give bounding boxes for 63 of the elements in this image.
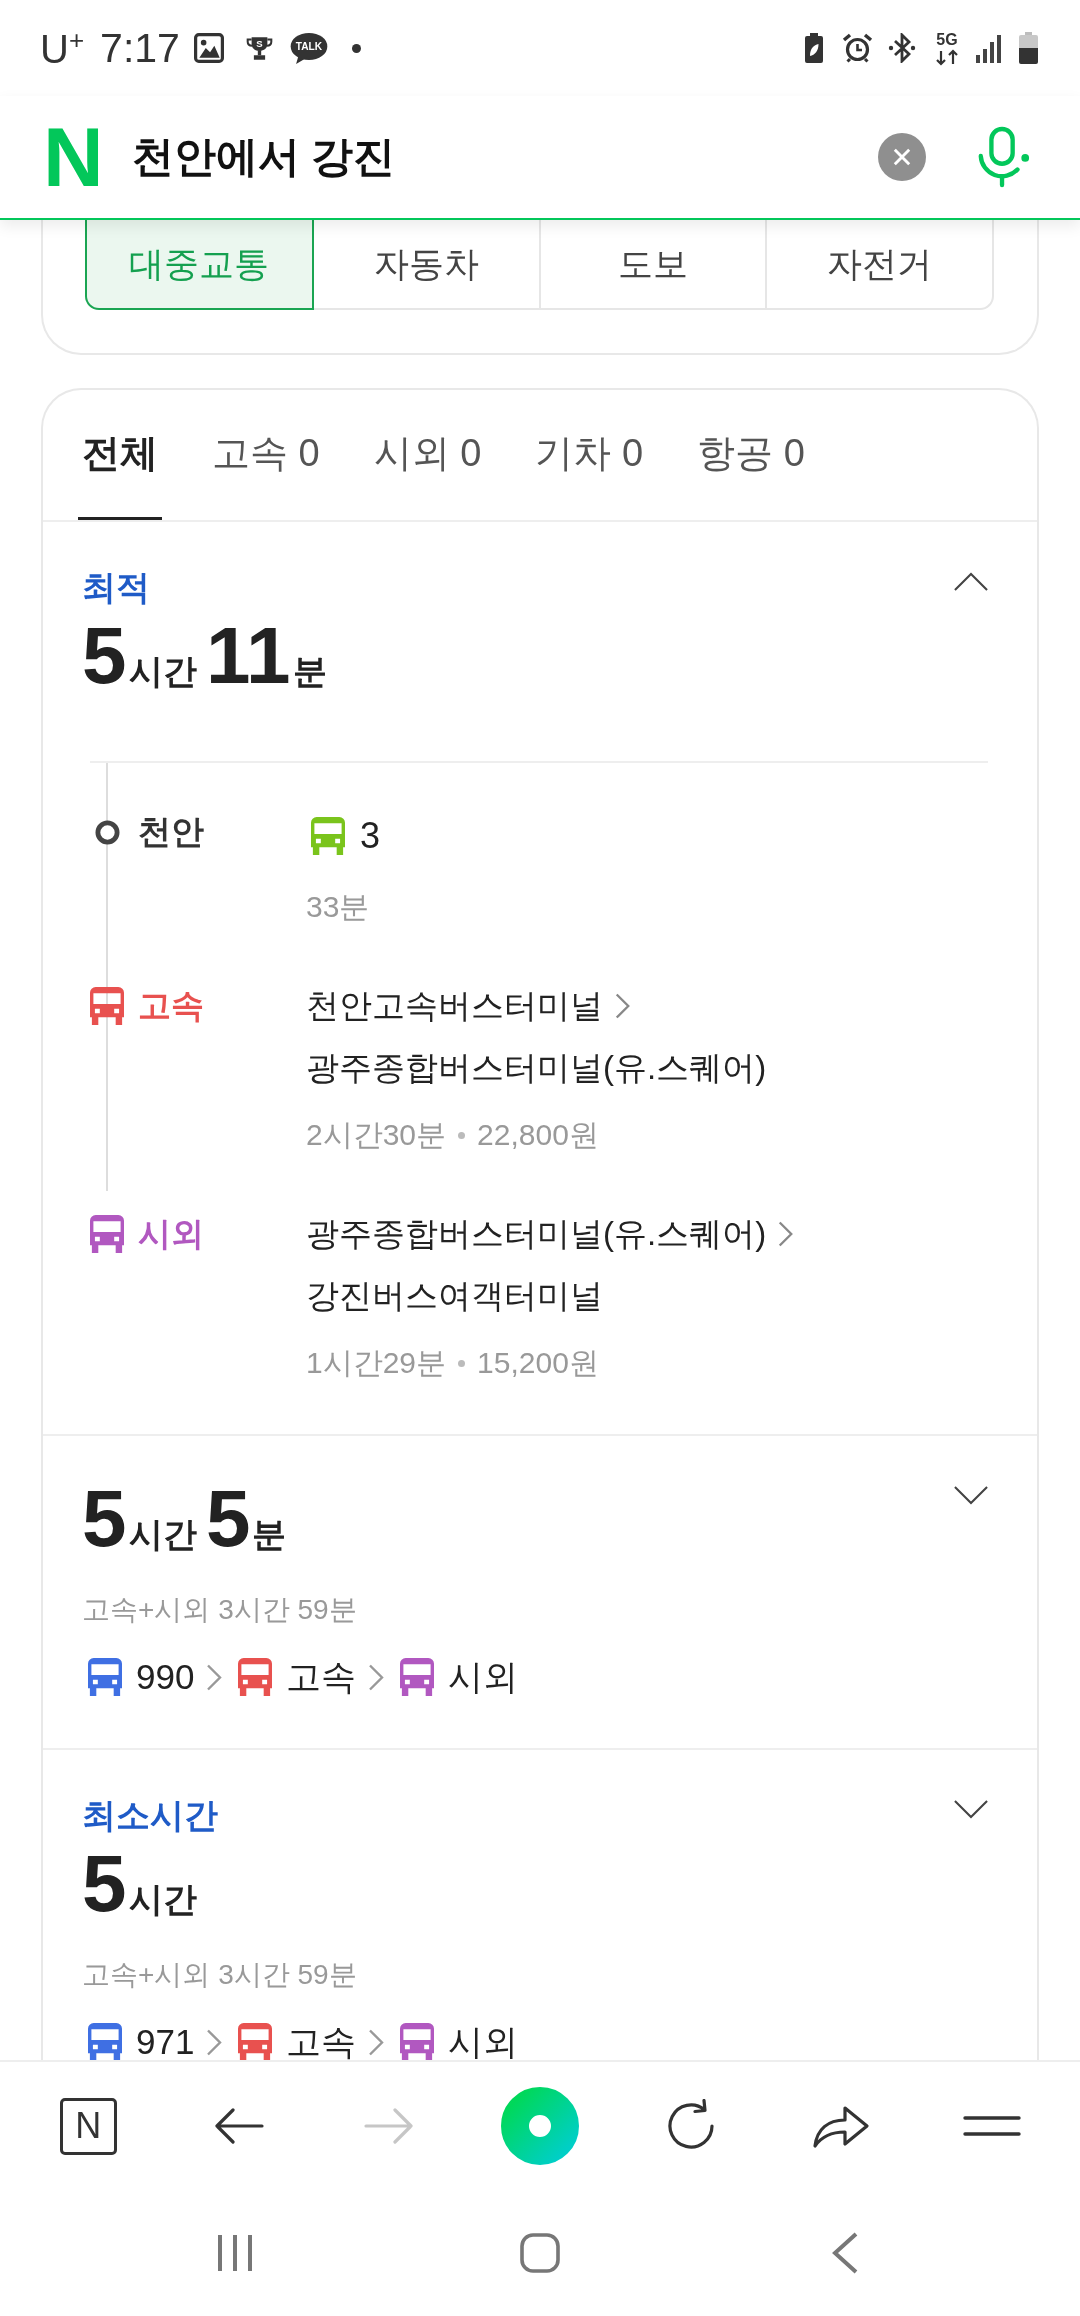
recent-apps-icon[interactable] (216, 2233, 255, 2273)
leg-label: 시외 (448, 1655, 519, 1698)
menu-icon[interactable] (962, 2115, 1021, 2137)
route-summary: 고속+시외 3시간 59분 (82, 1593, 358, 1627)
chevron-right-icon (206, 1663, 223, 1691)
origin-name: 천안 (138, 811, 204, 852)
travel-time: 33분 (306, 889, 370, 925)
arrival-terminal: 강진버스여객터미널 (306, 1276, 603, 1316)
filter-tab[interactable]: 항공 0 (693, 390, 809, 520)
notification-dot-icon (351, 43, 361, 53)
chevron-up-icon[interactable] (954, 572, 988, 591)
transit-type: 고속 (138, 985, 204, 1026)
route-duration: 5시간 11분 (82, 616, 328, 702)
route-summary: 고속+시외 3시간 59분 (82, 1958, 358, 1992)
share-icon[interactable] (812, 2103, 871, 2149)
back-arrow-icon[interactable] (213, 2108, 264, 2144)
travel-time: 2시간30분 (306, 1117, 447, 1153)
search-field[interactable]: 천안에서 강진 (131, 127, 878, 187)
chevron-right-icon (778, 1221, 794, 1247)
chevron-right-icon (206, 2028, 223, 2056)
chevron-right-icon (615, 993, 630, 1019)
separator-dot-icon (458, 1131, 466, 1139)
leg-label: 971 (136, 2022, 195, 2060)
route-tag: 최소시간 (82, 1793, 954, 1837)
close-icon (893, 148, 911, 166)
clear-button[interactable] (878, 133, 926, 181)
back-icon[interactable] (830, 2232, 859, 2274)
route-tag: 최적 (82, 565, 954, 609)
filter-tab[interactable]: 시외 0 (369, 390, 486, 520)
filter-tab[interactable]: 기차 0 (531, 390, 648, 520)
departure-terminal: 천안고속버스터미널 (306, 986, 603, 1026)
gallery-icon (193, 33, 224, 63)
clock-time: 7:17 (100, 27, 180, 69)
leg-label: 990 (136, 1657, 195, 1697)
battery-leaf-icon (804, 33, 824, 63)
home-icon[interactable] (520, 2233, 560, 2273)
transit-type: 시외 (138, 1213, 204, 1254)
chevron-right-icon (368, 1663, 385, 1691)
signal-icon (975, 33, 1002, 63)
filter-tab[interactable]: 고속 0 (208, 390, 324, 520)
chevron-down-icon[interactable] (954, 1486, 988, 1505)
mode-tab[interactable]: 자전거 (765, 220, 994, 310)
fare: 22,800원 (477, 1117, 599, 1153)
carrier-label: U$^{+}$ (40, 26, 85, 70)
battery-icon (1018, 32, 1039, 64)
chevron-down-icon[interactable] (954, 1800, 988, 1819)
travel-time: 1시간29분 (306, 1345, 447, 1381)
leg-label: 고속 (286, 2020, 357, 2060)
logo-button[interactable]: N (59, 2097, 117, 2155)
leg-label: 고속 (286, 1655, 357, 1698)
separator-dot-icon (458, 1359, 466, 1367)
departure-terminal: 광주종합버스터미널(유.스퀘어) (306, 1214, 767, 1254)
route-duration: 5시간 (82, 1844, 198, 1930)
filter-tab[interactable]: 전체 (78, 390, 162, 520)
alarm-clock-icon (842, 33, 873, 63)
route-duration: 5시간 5분 (82, 1479, 288, 1565)
leg-label: 시외 (448, 2020, 519, 2060)
arrival-terminal: 광주종합버스터미널(유.스퀘어) (306, 1048, 767, 1088)
origin-circle-icon (94, 819, 120, 845)
chevron-right-icon (368, 2028, 385, 2056)
fare: 15,200원 (477, 1345, 599, 1381)
bus-number: 3 (360, 815, 381, 857)
bluetooth-icon (888, 33, 916, 63)
